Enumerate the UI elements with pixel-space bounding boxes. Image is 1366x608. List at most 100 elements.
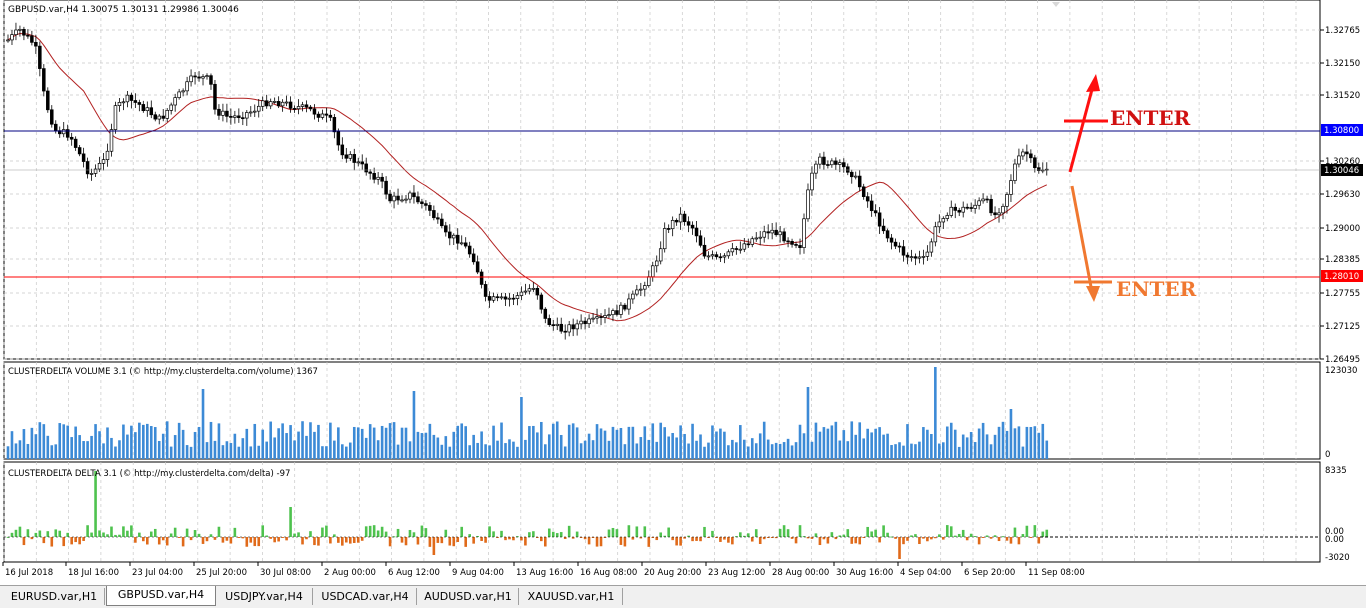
delta-bar-positive	[289, 507, 292, 537]
volume-bar	[599, 428, 603, 459]
delta-bar-negative	[679, 537, 682, 546]
volume-bar	[1025, 426, 1029, 459]
price-tick-label: 1.26495	[1325, 355, 1360, 365]
candle-body	[937, 221, 942, 228]
tab-gbpusd[interactable]: GBPUSD.var,H4	[106, 586, 216, 606]
candle-body	[336, 131, 341, 146]
volume-bar	[177, 422, 181, 459]
candle-body	[670, 219, 675, 230]
volume-bar	[715, 431, 718, 459]
candle-body	[511, 297, 516, 300]
volume-bar	[448, 446, 452, 459]
candle-body	[798, 245, 802, 248]
delta-bar-positive	[293, 533, 296, 537]
volume-bar	[1033, 426, 1037, 459]
delta-bar-positive	[798, 525, 802, 537]
chart-window[interactable]: GBPUSD.var,H4 1.30075 1.30131 1.29986 1.…	[0, 0, 1366, 607]
volume-bar	[225, 441, 229, 459]
candle-body	[201, 76, 205, 79]
volume-bar	[281, 423, 284, 459]
volume-bar	[643, 426, 647, 459]
volume-bar	[540, 421, 543, 459]
volume-bar	[786, 438, 790, 459]
delta-bar-negative	[599, 537, 603, 547]
delta-bar-positive	[54, 529, 58, 537]
volume-bar	[890, 445, 893, 459]
candle-body	[225, 110, 229, 117]
candle-body	[169, 104, 173, 111]
tab-xauusd[interactable]: XAUUSD.var,H1	[520, 588, 623, 605]
delta-bar-positive	[368, 525, 372, 537]
candle-body	[77, 147, 82, 155]
volume-bar	[337, 427, 340, 459]
volume-bar	[981, 422, 985, 459]
delta-bar-positive	[66, 532, 69, 537]
delta-bar-negative	[942, 537, 945, 540]
volume-bar	[850, 421, 854, 459]
volume-bar	[22, 429, 26, 459]
candle-body	[479, 271, 484, 285]
volume-bar	[758, 433, 762, 459]
volume-bar	[317, 424, 320, 459]
candle-body	[276, 101, 281, 107]
volume-bar	[826, 428, 830, 459]
date-tick-label: 23 Jul 04:00	[132, 568, 183, 578]
volume-bar	[345, 446, 348, 459]
candle-body	[961, 206, 965, 213]
date-tick-label: 30 Aug 16:00	[836, 568, 893, 578]
delta-bar-negative	[404, 537, 408, 546]
tab-audusd[interactable]: AUDUSD.var,H1	[418, 588, 519, 605]
delta-bar-negative	[619, 537, 623, 545]
volume-bar	[961, 434, 965, 459]
volume-bar	[185, 445, 189, 459]
candle-body	[292, 108, 297, 110]
volume-bar	[818, 431, 822, 459]
volume-bar	[472, 434, 475, 459]
delta-bar-negative	[348, 537, 352, 544]
volume-bar	[66, 425, 69, 459]
volume-bar	[424, 432, 428, 459]
candle-body	[89, 173, 94, 175]
volume-bar	[938, 443, 941, 459]
volume-bar	[14, 443, 18, 459]
candle-body	[408, 192, 412, 200]
volume-axis-zero: 0	[1325, 450, 1330, 460]
candle-body	[50, 109, 54, 125]
volume-bar	[1045, 440, 1049, 459]
volume-bar	[631, 426, 635, 459]
candle-body	[794, 244, 798, 246]
delta-bar-negative	[508, 537, 511, 540]
delta-bar-negative	[448, 537, 452, 546]
candle-body	[356, 161, 360, 164]
candle-body	[834, 160, 838, 165]
delta-bar-negative	[902, 537, 905, 545]
candle-body	[149, 107, 154, 116]
volume-bar	[6, 446, 10, 459]
delta-bar-positive	[667, 527, 670, 537]
volume-bar	[146, 423, 149, 459]
volume-bar	[341, 444, 344, 459]
delta-bar-negative	[205, 537, 209, 542]
volume-bar	[671, 433, 674, 459]
candle-body	[714, 254, 719, 258]
candle-body	[452, 234, 456, 239]
delta-bar-positive	[94, 471, 97, 537]
tab-usdcad[interactable]: USDCAD.var,H4	[314, 588, 417, 605]
candle-body	[726, 251, 731, 257]
volume-bar	[110, 437, 113, 459]
tab-eurusd[interactable]: EURUSD.var,H1	[4, 588, 105, 605]
volume-bar	[691, 423, 694, 459]
volume-bar	[305, 435, 308, 459]
candle-body	[424, 203, 428, 206]
candle-body	[909, 256, 914, 259]
candle-body	[826, 164, 830, 166]
volume-bar	[802, 433, 806, 459]
volume-bar	[687, 443, 690, 459]
delta-bar-positive	[659, 532, 663, 537]
candle-body	[81, 153, 86, 162]
candle-body	[925, 251, 930, 257]
candle-body	[26, 34, 30, 37]
candle-body	[571, 324, 575, 330]
candle-body	[913, 256, 918, 259]
tab-usdjpy[interactable]: USDJPY.var,H4	[216, 588, 313, 605]
